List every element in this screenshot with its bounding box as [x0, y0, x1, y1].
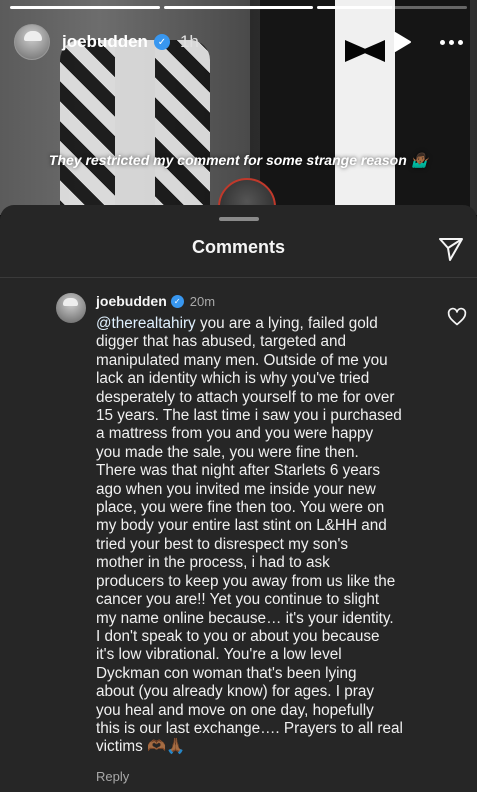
comment-text: @therealtahiry you are a lying, failed g…	[96, 315, 428, 757]
comment-mention[interactable]: @therealtahiry	[96, 315, 196, 332]
comments-title: Comments	[191, 237, 285, 257]
story-progress-segment	[163, 6, 314, 9]
comment-header: joebudden ✓ 20m	[96, 293, 215, 309]
avatar[interactable]	[56, 293, 86, 323]
send-icon[interactable]	[437, 235, 465, 263]
comment-time: 20m	[189, 293, 216, 309]
story-time: 1h	[179, 32, 199, 51]
play-icon[interactable]	[389, 29, 415, 55]
story-progress-segment	[317, 6, 468, 9]
heart-icon[interactable]	[447, 307, 467, 327]
comment-body: you are a lying, failed gold digger that…	[96, 315, 403, 756]
reply-button[interactable]: Reply	[96, 769, 129, 784]
story-header: joebudden ✓ 1h	[14, 22, 465, 62]
comments-sheet: Comments joebudden ✓ 20m @therealtahiry …	[0, 205, 477, 792]
comment-username[interactable]: joebudden	[96, 293, 167, 309]
story-figure-left	[60, 40, 210, 215]
sheet-drag-handle[interactable]	[219, 217, 259, 221]
more-icon[interactable]	[437, 29, 465, 55]
story-progress-bar	[10, 6, 468, 9]
avatar[interactable]	[14, 24, 50, 60]
verified-badge-icon: ✓	[153, 34, 170, 50]
story-username[interactable]: joebudden	[62, 32, 148, 52]
verified-badge-icon: ✓	[170, 294, 184, 308]
divider	[0, 277, 477, 278]
story-caption: They restricted my comment for some stra…	[48, 152, 429, 168]
story-progress-segment	[10, 6, 160, 9]
